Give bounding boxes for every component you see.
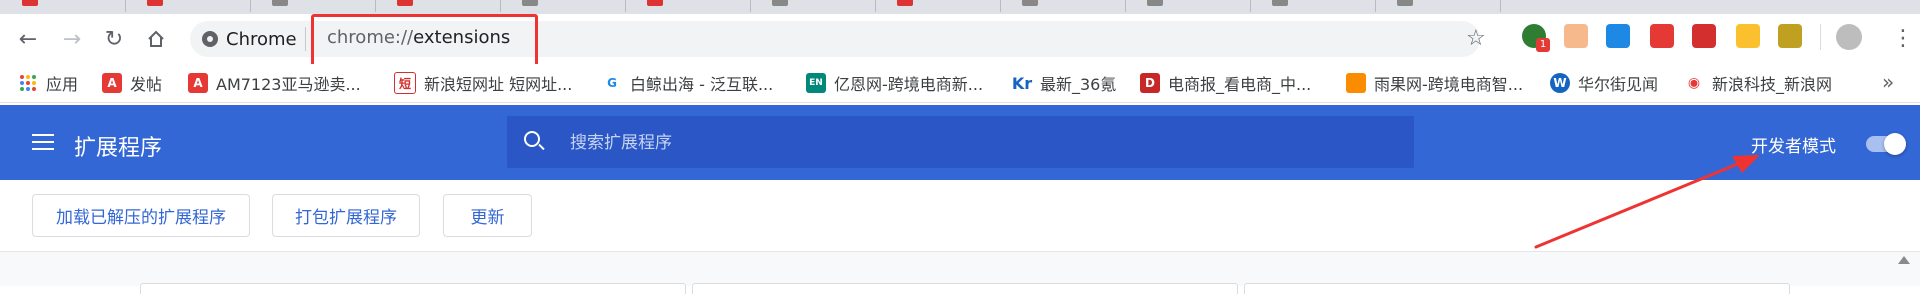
profile-avatar-icon[interactable] bbox=[1836, 24, 1862, 50]
toggle-knob bbox=[1884, 133, 1906, 155]
bookmark-item[interactable]: 短 新浪短网址 短网址... bbox=[394, 64, 572, 102]
more-menu-icon[interactable]: ⋮ bbox=[1892, 26, 1914, 51]
bookmark-label: 新浪短网址 短网址... bbox=[424, 75, 573, 94]
a-red-icon: A bbox=[188, 73, 208, 93]
browser-tab[interactable] bbox=[0, 0, 126, 12]
bookmark-label: 最新_36氪 bbox=[1040, 75, 1117, 94]
bookmark-item[interactable]: D 电商报_看电商_中... bbox=[1140, 64, 1311, 102]
apps-grid-icon bbox=[20, 75, 36, 91]
bookmark-label: AM7123亚马逊卖... bbox=[216, 75, 361, 94]
browser-tab[interactable] bbox=[750, 0, 876, 12]
browser-tab[interactable] bbox=[875, 0, 1001, 12]
menu-icon[interactable] bbox=[32, 134, 54, 150]
url-annotation-box bbox=[311, 14, 538, 68]
bookmark-label: 应用 bbox=[46, 75, 79, 94]
bookmark-label: 白鲸出海 - 泛互联... bbox=[630, 75, 774, 94]
dev-mode-toggle[interactable] bbox=[1866, 133, 1906, 155]
bookmark-label: 发帖 bbox=[130, 75, 163, 94]
bookmark-item[interactable]: 应用 bbox=[18, 64, 78, 102]
omnibox-separator bbox=[305, 27, 306, 51]
en-icon: EN bbox=[806, 73, 826, 93]
chrome-icon bbox=[202, 31, 218, 47]
browser-tab[interactable] bbox=[250, 0, 376, 12]
search-icon bbox=[524, 131, 540, 147]
extensions-header: 扩展程序 开发者模式 bbox=[0, 105, 1920, 180]
extension-card bbox=[1244, 283, 1790, 294]
whale-icon: G bbox=[602, 73, 622, 93]
search-box[interactable] bbox=[507, 116, 1414, 168]
bookmark-item[interactable]: A 发帖 bbox=[102, 64, 162, 102]
yuguo-icon bbox=[1346, 73, 1366, 93]
bookmarks-bar: 应用 A 发帖 A AM7123亚马逊卖... 短 新浪短网址 短网址... G… bbox=[0, 64, 1920, 103]
page-title: 扩展程序 bbox=[74, 136, 163, 161]
bookmark-star-icon[interactable]: ☆ bbox=[1466, 26, 1486, 51]
kr-icon: Kr bbox=[1011, 73, 1033, 93]
bookmark-label: 雨果网-跨境电商智... bbox=[1374, 75, 1524, 94]
omnibox-chip: Chrome bbox=[202, 28, 297, 50]
bookmark-label: 华尔街见闻 bbox=[1578, 75, 1659, 94]
bookmark-item[interactable]: ◉ 新浪科技_新浪网 bbox=[1684, 64, 1832, 102]
browser-tab[interactable] bbox=[1125, 0, 1251, 12]
bookmark-item[interactable]: Kr 最新_36氪 bbox=[1012, 64, 1116, 102]
extension-icon-red-tag[interactable] bbox=[1692, 24, 1716, 48]
back-icon[interactable]: ← bbox=[14, 25, 42, 53]
tab-strip bbox=[0, 0, 1920, 14]
update-button[interactable]: 更新 bbox=[443, 194, 532, 237]
dev-mode-label: 开发者模式 bbox=[1751, 137, 1836, 157]
bookmark-item[interactable]: 雨果网-跨境电商智... bbox=[1346, 64, 1523, 102]
sina-short-icon: 短 bbox=[394, 72, 416, 94]
scrollbar-up-arrow[interactable] bbox=[1898, 256, 1910, 264]
developer-action-bar: 加载已解压的扩展程序 打包扩展程序 更新 bbox=[0, 180, 1920, 252]
browser-tab[interactable] bbox=[1250, 0, 1376, 12]
extension-icon-search[interactable] bbox=[1564, 24, 1588, 48]
bookmark-label: 亿恩网-跨境电商新... bbox=[834, 75, 984, 94]
extension-icon-red-doc[interactable] bbox=[1650, 24, 1674, 48]
extension-badge: 1 bbox=[1536, 38, 1550, 52]
browser-tab[interactable] bbox=[1375, 0, 1501, 12]
forward-icon[interactable]: → bbox=[58, 25, 86, 53]
load-unpacked-button[interactable]: 加载已解压的扩展程序 bbox=[32, 194, 250, 237]
extension-icon-s[interactable] bbox=[1606, 24, 1630, 48]
extensions-list-area bbox=[0, 252, 1920, 294]
bookmark-label: 电商报_看电商_中... bbox=[1168, 75, 1312, 94]
browser-tab[interactable] bbox=[125, 0, 251, 12]
reload-icon[interactable]: ↻ bbox=[100, 25, 128, 53]
search-input[interactable] bbox=[568, 130, 1272, 156]
extension-icon-gold[interactable] bbox=[1778, 24, 1802, 48]
bookmark-label: 新浪科技_新浪网 bbox=[1712, 75, 1833, 94]
extension-icon-yellow[interactable] bbox=[1736, 24, 1760, 48]
bookmark-item[interactable]: A AM7123亚马逊卖... bbox=[188, 64, 361, 102]
bookmarks-overflow-icon[interactable]: » bbox=[1882, 70, 1894, 94]
browser-tab[interactable] bbox=[500, 0, 626, 12]
browser-tab[interactable] bbox=[375, 0, 501, 12]
extension-card bbox=[140, 283, 686, 294]
extension-card bbox=[692, 283, 1238, 294]
weibo-icon: ◉ bbox=[1684, 73, 1704, 93]
home-icon[interactable] bbox=[142, 25, 170, 53]
bookmark-item[interactable]: W 华尔街见闻 bbox=[1550, 64, 1658, 102]
a-red-icon: A bbox=[102, 73, 122, 93]
bookmark-item[interactable]: G 白鲸出海 - 泛互联... bbox=[602, 64, 773, 102]
bookmark-item[interactable]: EN 亿恩网-跨境电商新... bbox=[806, 64, 983, 102]
wallstreet-icon: W bbox=[1550, 73, 1570, 93]
browser-tab[interactable] bbox=[1000, 0, 1126, 12]
d-icon: D bbox=[1140, 73, 1160, 93]
browser-tab[interactable] bbox=[625, 0, 751, 12]
pack-extension-button[interactable]: 打包扩展程序 bbox=[272, 194, 420, 237]
toolbar-divider bbox=[1820, 24, 1821, 50]
omnibox-chip-label: Chrome bbox=[226, 28, 297, 50]
